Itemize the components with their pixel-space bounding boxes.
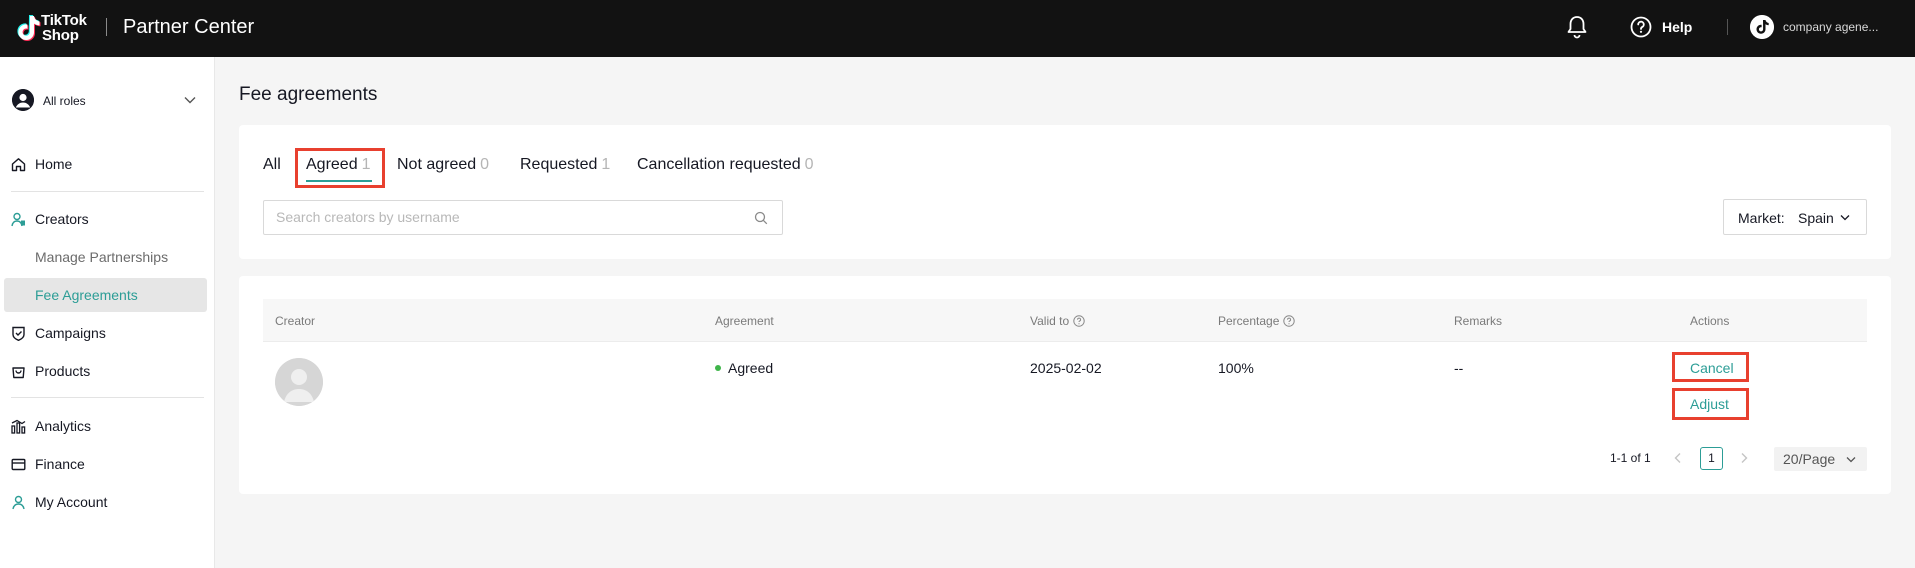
sidebar-divider — [11, 397, 204, 398]
valid-to-value: 2025-02-02 — [1030, 360, 1102, 376]
tab-count: 0 — [804, 156, 814, 173]
highlight-box-adjust — [1672, 388, 1749, 420]
sidebar-item-analytics[interactable]: Analytics — [0, 409, 215, 443]
account-icon — [12, 495, 25, 510]
sidebar-item-finance[interactable]: Finance — [0, 447, 215, 481]
question-mark-icon[interactable] — [1073, 315, 1085, 327]
tab-label: Not agreed — [397, 156, 477, 173]
status-dot — [715, 365, 721, 371]
chevron-left-icon[interactable] — [1666, 446, 1690, 470]
finance-icon — [11, 458, 26, 471]
sidebar-item-campaigns[interactable]: Campaigns — [0, 316, 215, 350]
logo-line-1: TikTok — [41, 12, 87, 29]
tab-label: Requested — [520, 156, 598, 173]
chevron-down-icon — [1840, 215, 1850, 221]
search-box — [263, 200, 783, 235]
creator-avatar[interactable] — [275, 358, 323, 406]
sidebar-item-creators[interactable]: Creators — [0, 202, 215, 236]
tab-not-agreed[interactable]: Not agreed 0 — [397, 156, 489, 174]
highlight-box-cancel — [1672, 352, 1749, 382]
sidebar-item-label: Fee Agreements — [35, 287, 138, 303]
help-link[interactable]: Help — [1662, 19, 1692, 35]
highlight-box-agreed-tab — [295, 148, 385, 188]
pagination-summary: 1-1 of 1 — [1610, 451, 1651, 465]
column-header-label: Valid to — [1030, 314, 1070, 328]
chevron-down-icon[interactable] — [184, 96, 196, 104]
tab-label: Cancellation requested — [637, 156, 801, 173]
tab-cancellation-requested[interactable]: Cancellation requested 0 — [637, 156, 814, 174]
account-name[interactable]: company agene... — [1783, 20, 1878, 34]
tab-all[interactable]: All — [263, 156, 281, 174]
sidebar-item-label: Campaigns — [35, 325, 106, 341]
top-bar: TikTok Shop Partner Center Help company … — [0, 0, 1915, 57]
sidebar-item-label: Manage Partnerships — [35, 249, 169, 265]
tab-label: All — [263, 156, 281, 173]
column-header-agreement: Agreement — [715, 314, 774, 328]
tab-count: 1 — [601, 156, 611, 173]
analytics-icon — [11, 419, 26, 434]
app-title: Partner Center — [123, 16, 255, 38]
role-selector[interactable]: All roles — [43, 94, 86, 108]
logo-divider — [106, 18, 107, 36]
chevron-right-icon[interactable] — [1732, 446, 1756, 470]
percentage-value: 100% — [1218, 360, 1254, 376]
role-avatar-icon[interactable] — [12, 89, 34, 111]
filter-card — [239, 125, 1891, 259]
help-icon[interactable] — [1630, 16, 1652, 38]
tiktok-logo-icon[interactable] — [11, 11, 45, 45]
column-header-actions: Actions — [1690, 314, 1730, 328]
home-icon — [11, 158, 26, 172]
tab-requested[interactable]: Requested 1 — [520, 156, 610, 174]
products-icon — [12, 367, 25, 379]
column-header-percentage: Percentage — [1218, 314, 1296, 328]
column-header-valid-to: Valid to — [1030, 314, 1085, 328]
page-size-selector[interactable]: 20/Page — [1774, 447, 1867, 471]
sidebar-item-my-account[interactable]: My Account — [0, 485, 215, 519]
agreement-status: Agreed — [715, 360, 773, 376]
header-divider — [1727, 19, 1728, 35]
agreement-status-label: Agreed — [728, 360, 774, 376]
market-label: Market: — [1738, 210, 1785, 226]
sidebar-item-label: Finance — [35, 456, 85, 472]
sidebar-divider — [11, 191, 204, 192]
sidebar-item-fee-agreements[interactable]: Fee Agreements — [4, 278, 207, 312]
notification-bell-icon[interactable] — [1566, 15, 1588, 39]
search-icon[interactable] — [754, 211, 768, 225]
chevron-down-icon — [1846, 457, 1856, 463]
page-size-value: 20/Page — [1783, 451, 1836, 467]
column-header-remarks: Remarks — [1454, 314, 1503, 328]
sidebar-item-home[interactable]: Home — [0, 147, 215, 181]
column-header-label: Percentage — [1218, 314, 1280, 328]
logo-wordmark: TikTok Shop — [41, 13, 87, 43]
sidebar-item-products[interactable]: Products — [0, 354, 215, 388]
creators-icon — [11, 212, 25, 227]
page-title: Fee agreements — [239, 84, 378, 105]
market-value: Spain — [1798, 210, 1834, 226]
campaigns-icon — [12, 326, 25, 341]
sidebar-item-label: My Account — [35, 494, 108, 510]
sidebar-item-label: Creators — [35, 211, 89, 227]
tab-count: 0 — [480, 156, 490, 173]
market-selector[interactable]: Market: Spain — [1723, 199, 1867, 235]
sidebar-item-label: Home — [35, 156, 73, 172]
column-header-creator: Creator — [275, 314, 316, 328]
sidebar-item-label: Analytics — [35, 418, 92, 434]
question-mark-icon[interactable] — [1283, 315, 1296, 327]
search-input[interactable] — [276, 209, 756, 225]
logo-line-2: Shop — [42, 27, 79, 44]
sidebar-item-manage-partnerships[interactable]: Manage Partnerships — [4, 240, 207, 274]
account-avatar-icon[interactable] — [1750, 15, 1774, 39]
remarks-value: -- — [1454, 360, 1464, 376]
page-number-current[interactable]: 1 — [1700, 447, 1723, 470]
sidebar-item-label: Products — [35, 363, 91, 379]
